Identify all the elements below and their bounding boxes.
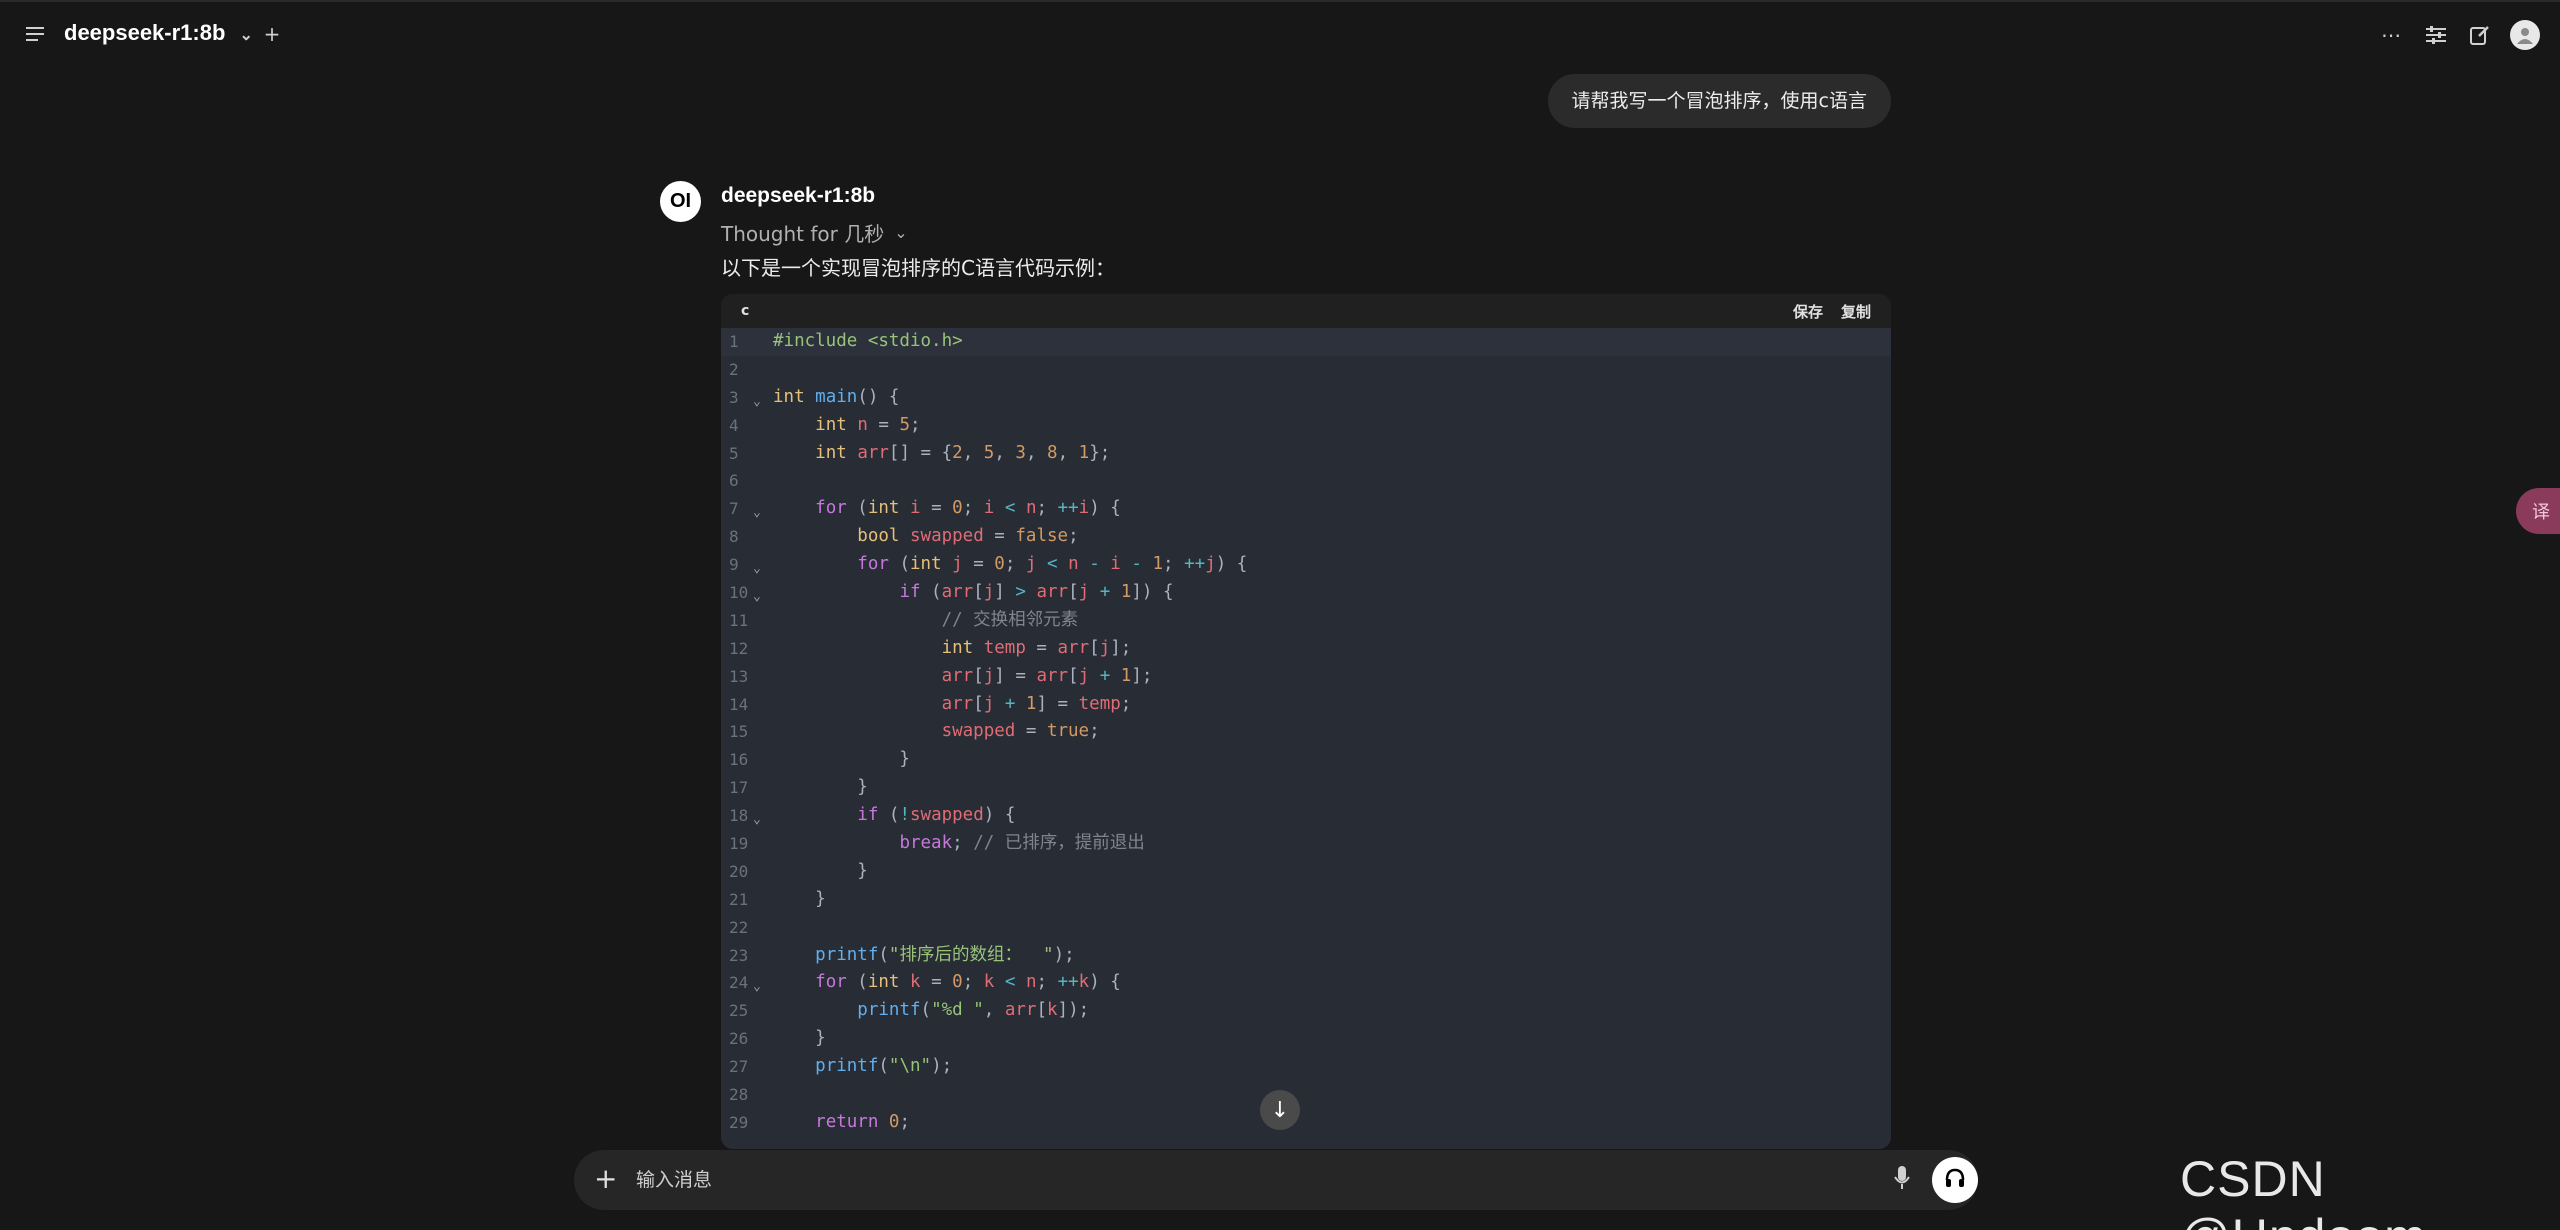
message-input[interactable] (636, 1164, 1836, 1196)
code-line: 21 } (729, 888, 826, 909)
code-line: 23 printf("排序后的数组： "); (729, 944, 1075, 965)
code-line: 11 // 交换相邻元素 (729, 609, 1079, 630)
code-line: 20 } (729, 860, 868, 881)
code-line: 26 } (729, 1028, 826, 1049)
code-lines[interactable]: 1 #include <stdio.h> 2 3 ⌄ int main() { 4 i… (721, 328, 1891, 1137)
plus-icon[interactable]: + (262, 22, 282, 46)
edit-icon[interactable] (2467, 22, 2493, 48)
top-bar: deepseek-r1:8b ⌄ + ⋯ (0, 0, 2560, 66)
thought-label: Thought for 几秒 (721, 222, 885, 246)
menu-icon[interactable] (24, 22, 48, 46)
code-language: c (741, 303, 750, 319)
code-line: 24 ⌄ for (int k = 0; k < n; ++k) { (721, 969, 1891, 997)
watermark: CSDN @Undoom (2180, 1151, 2426, 1230)
more-icon[interactable]: ⋯ (2378, 22, 2404, 48)
code-line: 15 swapped = true; (729, 721, 1100, 742)
code-line: 14 arr[j + 1] = temp; (729, 693, 1132, 714)
code-line: 16 } (729, 749, 910, 770)
code-line: 1 #include <stdio.h> (721, 328, 1891, 356)
code-line: 22 (729, 917, 749, 937)
code-line: 3 ⌄ int main() { (721, 384, 1891, 412)
chevron-down-icon: ⌄ (894, 223, 908, 242)
code-line: 29 return 0; (729, 1111, 911, 1132)
code-line: 19 break; // 已排序，提前退出 (729, 833, 1145, 854)
message-composer: + (574, 1150, 1978, 1210)
code-line: 8 bool swapped = false; (729, 526, 1079, 547)
chevron-down-icon: ⌄ (239, 27, 253, 44)
code-line: 13 arr[j] = arr[j + 1]; (729, 665, 1153, 686)
model-selector[interactable]: deepseek-r1:8b ⌄ (64, 20, 253, 46)
mic-icon[interactable] (1892, 1164, 1912, 1196)
model-name: deepseek-r1:8b (64, 20, 226, 45)
user-message: 请帮我写一个冒泡排序，使用c语言 (1547, 74, 1891, 128)
code-line: 9 ⌄ for (int j = 0; j < n - i - 1; ++j) { (721, 551, 1891, 579)
voice-mode-button[interactable] (1932, 1157, 1978, 1203)
translate-icon: 译 (2532, 502, 2550, 523)
code-line: 10 ⌄ if (arr[j] > arr[j + 1]) { (721, 579, 1891, 607)
profile-avatar[interactable] (2510, 20, 2540, 50)
plus-icon[interactable]: + (594, 1162, 617, 1195)
code-line: 25 printf("%d ", arr[k]); (729, 1000, 1090, 1021)
code-line: 7 ⌄ for (int i = 0; i < n; ++i) { (721, 495, 1891, 523)
arrow-down-icon: ↓ (1270, 1097, 1290, 1123)
save-button[interactable]: 保存 (1793, 301, 1823, 322)
code-line: 5 int arr[] = {2, 5, 3, 8, 1}; (729, 442, 1111, 463)
controls-icon[interactable] (2423, 22, 2449, 48)
code-line: 18 ⌄ if (!swapped) { (721, 802, 1891, 830)
scroll-down-button[interactable]: ↓ (1260, 1090, 1300, 1130)
code-line: 27 printf("\n"); (729, 1056, 953, 1077)
assistant-name: deepseek-r1:8b (721, 184, 876, 207)
code-line: 12 int temp = arr[j]; (729, 637, 1132, 658)
code-line: 4 int n = 5; (729, 414, 921, 435)
code-line: 28 (729, 1085, 749, 1105)
thought-toggle[interactable]: Thought for 几秒 ⌄ (721, 218, 908, 247)
code-block: c 保存 复制 1 #include <stdio.h> 2 3 ⌄ int main… (721, 294, 1891, 1149)
assistant-avatar: OI (660, 181, 701, 222)
assistant-intro-text: 以下是一个实现冒泡排序的C语言代码示例： (721, 256, 1115, 280)
translate-side-tab[interactable]: 译 (2516, 488, 2560, 534)
headphones-icon (1943, 1166, 1967, 1194)
code-line: 2 (729, 359, 739, 379)
code-header: c 保存 复制 (721, 294, 1891, 328)
code-line: 17 } (729, 777, 868, 798)
copy-button[interactable]: 复制 (1841, 301, 1871, 322)
code-line: 6 (729, 471, 739, 491)
